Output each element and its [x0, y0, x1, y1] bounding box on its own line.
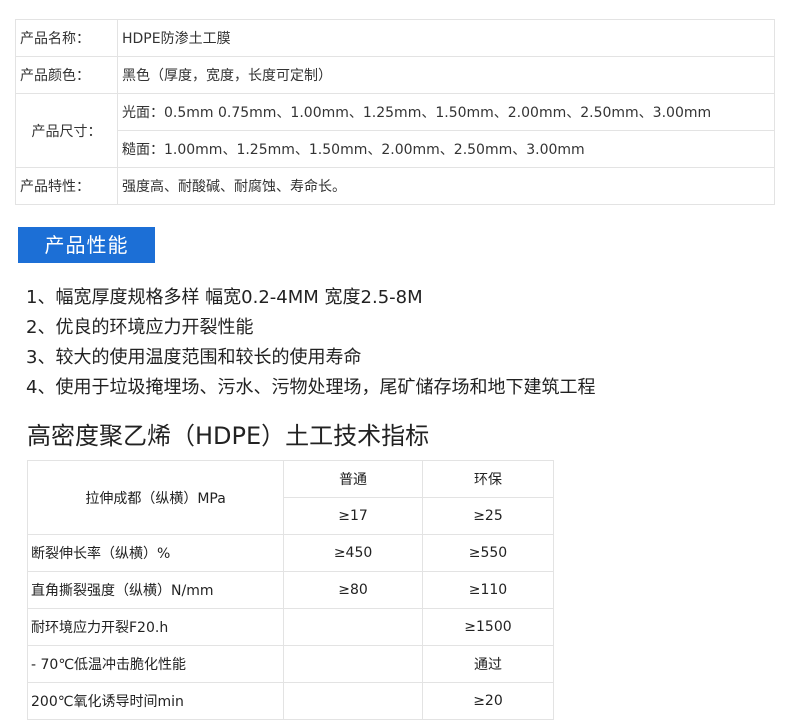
product-color-row: 产品颜色： 黑色（厚度，宽度，长度可定制）	[15, 56, 775, 94]
product-name-label: 产品名称：	[15, 19, 118, 57]
product-color-value: 黑色（厚度，宽度，长度可定制）	[117, 56, 775, 94]
spec-row: 200℃氧化诱导时间min ≥20	[26, 682, 555, 720]
product-size-label: 产品尺寸：	[15, 93, 118, 168]
spec-cell	[283, 608, 423, 646]
spec-row-label: 200℃氧化诱导时间min	[26, 682, 285, 720]
product-size-row: 产品尺寸： 光面：0.5mm 0.75mm、1.00mm、1.25mm、1.50…	[15, 93, 775, 168]
spec-cell: ≥25	[421, 497, 555, 535]
product-feature-row: 产品特性： 强度高、耐酸碱、耐腐蚀、寿命长。	[15, 167, 775, 205]
spec-header-standard: 普通	[283, 460, 423, 498]
spec-cell: ≥110	[421, 571, 555, 609]
spec-cell: 通过	[421, 645, 555, 683]
product-size-rough: 糙面：1.00mm、1.25mm、1.50mm、2.00mm、2.50mm、3.…	[117, 130, 775, 168]
spec-table: 拉伸成都（纵横）MPa 普通 环保 ≥17 ≥25 断裂伸长率（纵横）% ≥45…	[26, 460, 555, 720]
spec-header-eco: 环保	[421, 460, 555, 498]
feature-item: 4、使用于垃圾掩埋场、污水、污物处理场，尾矿储存场和地下建筑工程	[26, 377, 596, 398]
spec-row: - 70℃低温冲击脆化性能 通过	[26, 645, 555, 683]
spec-row-label: 耐环境应力开裂F20.h	[26, 608, 285, 646]
spec-row: 直角撕裂强度（纵横）N/mm ≥80 ≥110	[26, 571, 555, 609]
section-banner: 产品性能	[18, 227, 155, 263]
product-feature-label: 产品特性：	[15, 167, 118, 205]
product-size-smooth: 光面：0.5mm 0.75mm、1.00mm、1.25mm、1.50mm、2.0…	[117, 93, 775, 131]
spec-cell: ≥80	[283, 571, 423, 609]
spec-cell	[283, 682, 423, 720]
spec-row-label: 断裂伸长率（纵横）%	[26, 534, 285, 572]
spec-row: 断裂伸长率（纵横）% ≥450 ≥550	[26, 534, 555, 572]
spec-cell: ≥550	[421, 534, 555, 572]
spec-cell: ≥17	[283, 497, 423, 535]
spec-row-label: - 70℃低温冲击脆化性能	[26, 645, 285, 683]
product-name-value: HDPE防渗土工膜	[117, 19, 775, 57]
tech-spec-heading: 高密度聚乙烯（HDPE）土工技术指标	[27, 422, 430, 450]
spec-cell: ≥1500	[421, 608, 555, 646]
spec-cell: ≥20	[421, 682, 555, 720]
product-color-label: 产品颜色：	[15, 56, 118, 94]
product-info-table: 产品名称： HDPE防渗土工膜 产品颜色： 黑色（厚度，宽度，长度可定制） 产品…	[15, 19, 775, 205]
product-feature-value: 强度高、耐酸碱、耐腐蚀、寿命长。	[117, 167, 775, 205]
spec-header-row: 拉伸成都（纵横）MPa 普通 环保	[26, 460, 555, 535]
feature-item: 3、较大的使用温度范围和较长的使用寿命	[26, 347, 362, 368]
product-size-row-2: 糙面：1.00mm、1.25mm、1.50mm、2.00mm、2.50mm、3.…	[16, 130, 775, 168]
spec-row-label: 直角撕裂强度（纵横）N/mm	[26, 571, 285, 609]
spec-row: 耐环境应力开裂F20.h ≥1500	[26, 608, 555, 646]
feature-item: 1、幅宽厚度规格多样 幅宽0.2-4MM 宽度2.5-8M	[26, 287, 423, 308]
feature-list: 1、幅宽厚度规格多样 幅宽0.2-4MM 宽度2.5-8M 2、优良的环境应力开…	[26, 283, 595, 403]
spec-tensile-label: 拉伸成都（纵横）MPa	[26, 460, 285, 535]
spec-cell: ≥450	[283, 534, 423, 572]
spec-cell	[283, 645, 423, 683]
product-name-row: 产品名称： HDPE防渗土工膜	[15, 19, 775, 57]
feature-item: 2、优良的环境应力开裂性能	[26, 317, 254, 338]
